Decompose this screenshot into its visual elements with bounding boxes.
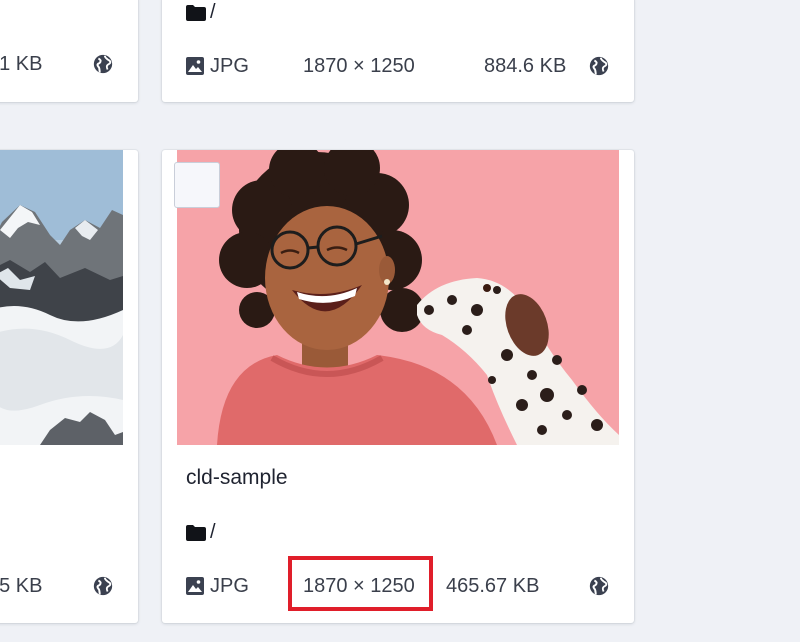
asset-card-top-right[interactable]: / JPG 1870 × 1250 884.6 KB [162,0,634,102]
woman-with-dog-image [177,150,619,445]
folder-icon [186,5,206,21]
file-size: 465.67 KB [446,575,540,597]
dimensions-highlight-box [288,556,433,611]
globe-icon[interactable] [588,575,610,597]
file-size: 884.6 KB [484,55,567,77]
asset-card-bottom-left[interactable]: 35 KB [0,150,138,623]
mountain-image [0,150,123,445]
image-icon [186,57,204,75]
folder-icon [186,525,206,541]
file-format: JPG [210,575,249,597]
file-size: 35 KB [0,575,43,597]
folder-path: / [210,1,216,23]
image-icon [186,577,204,595]
image-dimensions: 1870 × 1250 [303,55,415,77]
asset-thumbnail[interactable] [0,150,123,445]
folder-path: / [210,521,216,543]
asset-card-top-left[interactable]: 41 KB [0,0,138,102]
file-size: 41 KB [0,53,43,75]
asset-thumbnail[interactable] [177,150,619,445]
asset-title[interactable]: cld-sample [186,466,288,490]
file-format: JPG [210,55,249,77]
globe-icon[interactable] [92,575,114,597]
select-checkbox[interactable] [174,162,220,208]
globe-icon[interactable] [92,53,114,75]
globe-icon[interactable] [588,55,610,77]
asset-card-cld-sample[interactable]: cld-sample / JPG 1870 × 1250 465.67 KB [162,150,634,623]
